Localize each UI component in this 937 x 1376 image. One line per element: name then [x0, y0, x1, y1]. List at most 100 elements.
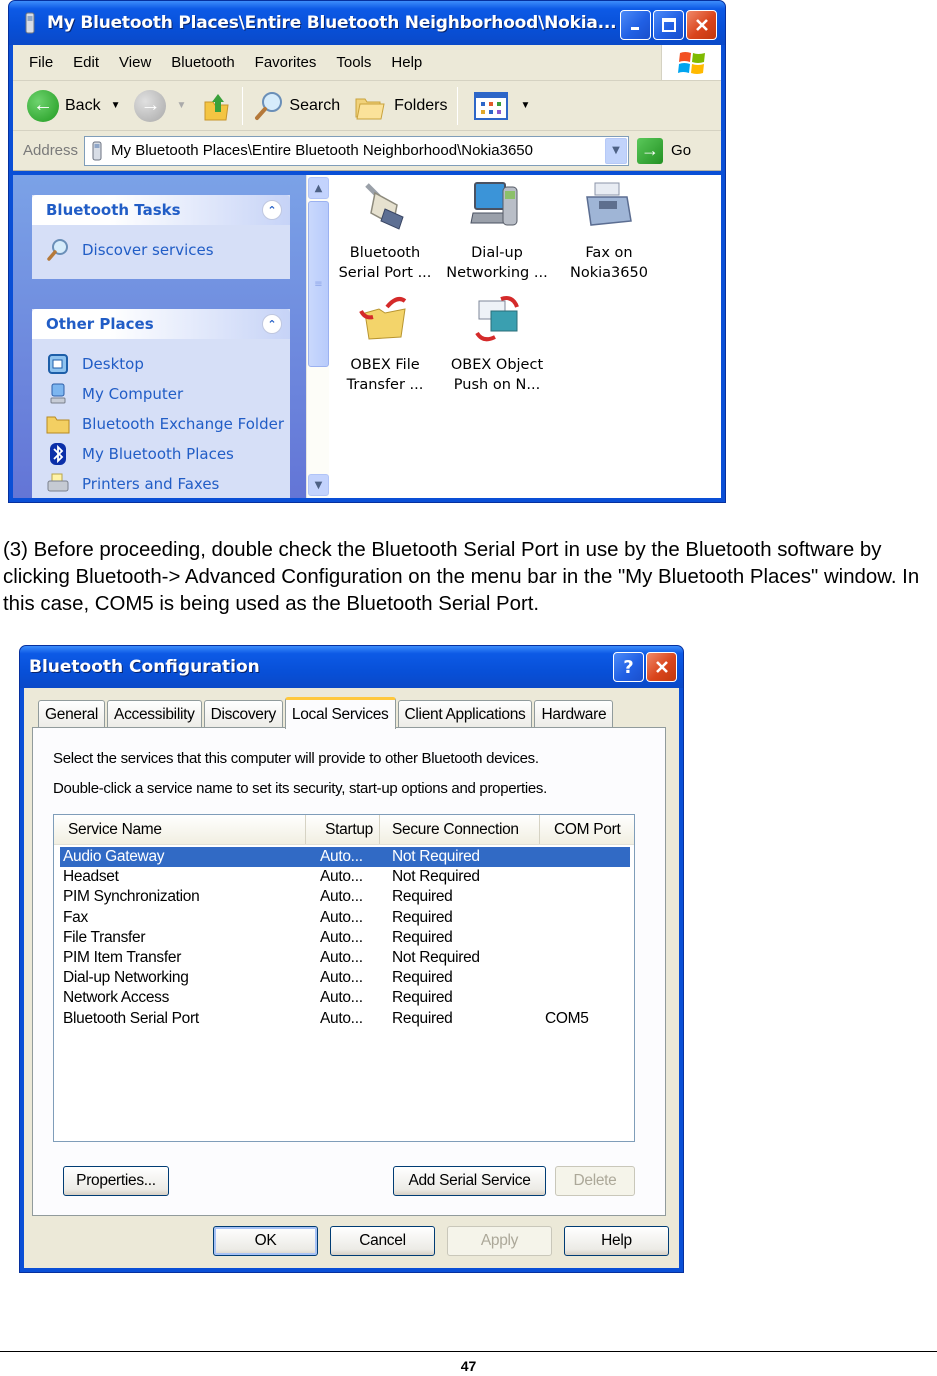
dialog-close-button[interactable] — [646, 652, 677, 682]
address-label: Address — [23, 142, 79, 159]
tab-hardware[interactable]: Hardware — [534, 700, 614, 728]
collapse-icon[interactable]: ⌃ — [262, 314, 282, 334]
task-link-discover-services[interactable]: Discover services — [46, 235, 290, 265]
place-link-bluetooth-exchange-folder[interactable]: Bluetooth Exchange Folder — [46, 409, 290, 439]
serial-port-icon — [365, 183, 404, 230]
scroll-up-button[interactable]: ▲ — [308, 177, 329, 199]
service-row[interactable]: PIM Synchronization Auto... Required — [60, 887, 630, 907]
bluetooth-tasks-header[interactable]: Bluetooth Tasks ⌃ — [32, 195, 290, 225]
menu-edit[interactable]: Edit — [73, 54, 99, 71]
chevron-up-icon: ▲ — [314, 182, 323, 194]
service-secure: Not Required — [392, 848, 480, 866]
tab-discovery[interactable]: Discovery — [203, 700, 283, 728]
file-item-label: Dial-up Networking ... — [446, 245, 548, 281]
scroll-thumb[interactable]: ≡ — [308, 201, 329, 367]
place-link-desktop[interactable]: Desktop — [46, 349, 290, 379]
explorer-title-bar[interactable]: My Bluetooth Places\Entire Bluetooth Nei… — [9, 1, 725, 45]
close-button[interactable] — [686, 10, 717, 40]
help-caption-button[interactable]: ? — [613, 652, 644, 682]
services-list[interactable]: Service Name Startup Secure Connection C… — [53, 814, 635, 1142]
service-name: Network Access — [63, 989, 170, 1007]
collapse-icon[interactable]: ⌃ — [262, 200, 282, 220]
help-button[interactable]: Help — [564, 1226, 669, 1256]
up-folder-button[interactable] — [202, 90, 232, 122]
menu-bluetooth[interactable]: Bluetooth — [171, 54, 234, 71]
other-places-header[interactable]: Other Places ⌃ — [32, 309, 290, 339]
folders-label: Folders — [394, 96, 448, 114]
service-row-selected[interactable]: Audio Gateway Auto... Not Required — [60, 847, 630, 868]
task-pane-scrollbar[interactable]: ▲ ≡ ▼ — [306, 175, 329, 498]
service-name: Dial-up Networking — [63, 969, 189, 987]
service-secure: Required — [392, 888, 453, 906]
file-item-obex-object-push[interactable]: OBEX Object Push on N... — [441, 291, 553, 395]
other-places-title: Other Places — [46, 315, 154, 333]
dialog-body: General Accessibility Discovery Local Se… — [24, 688, 679, 1268]
file-item-obex-file-transfer[interactable]: OBEX File Transfer ... — [329, 291, 441, 395]
go-button[interactable]: → Go — [637, 137, 692, 164]
service-startup: Auto... — [320, 989, 363, 1007]
menu-bar: File Edit View Bluetooth Favorites Tools… — [13, 45, 721, 81]
forward-button[interactable]: → ▼ — [134, 89, 186, 122]
menu-tools[interactable]: Tools — [336, 54, 371, 71]
tab-client-applications[interactable]: Client Applications — [397, 700, 533, 728]
fax-icon — [586, 182, 632, 226]
menu-help[interactable]: Help — [391, 54, 422, 71]
dialog-title-bar[interactable]: Bluetooth Configuration ? — [20, 646, 683, 688]
column-service-name[interactable]: Service Name — [54, 815, 306, 844]
column-secure-connection[interactable]: Secure Connection — [380, 815, 540, 844]
menu-view[interactable]: View — [119, 54, 151, 71]
file-item-fax[interactable]: Fax on Nokia3650 — [553, 179, 665, 283]
column-com-port[interactable]: COM Port — [540, 815, 634, 844]
service-startup: Auto... — [320, 1009, 363, 1027]
tab-accessibility[interactable]: Accessibility — [107, 700, 202, 728]
column-startup[interactable]: Startup — [306, 815, 380, 844]
properties-button[interactable]: Properties... — [63, 1166, 169, 1196]
service-name: PIM Synchronization — [63, 888, 200, 906]
address-bar: Address My Bluetooth Places\Entire Bluet… — [13, 131, 721, 171]
address-dropdown-button[interactable]: ▼ — [605, 137, 628, 164]
apply-button[interactable]: Apply — [447, 1226, 552, 1256]
service-row[interactable]: Headset Auto... Not Required — [60, 867, 630, 887]
service-row[interactable]: Fax Auto... Required — [60, 908, 630, 928]
address-input[interactable]: My Bluetooth Places\Entire Bluetooth Nei… — [84, 135, 630, 166]
bluetooth-configuration-dialog: Bluetooth Configuration ? General Access… — [19, 645, 684, 1273]
back-button[interactable]: ← Back ▼ — [27, 89, 121, 122]
service-startup: Auto... — [320, 928, 363, 946]
service-row[interactable]: Dial-up Networking Auto... Required — [60, 968, 630, 988]
place-link-printers-and-faxes[interactable]: Printers and Faxes — [46, 469, 290, 498]
bluetooth-icon — [46, 442, 70, 466]
go-label: Go — [671, 142, 692, 159]
minimize-button[interactable] — [620, 10, 651, 40]
tab-general[interactable]: General — [38, 700, 106, 728]
file-item-dialup-networking[interactable]: Dial-up Networking ... — [441, 179, 553, 283]
service-startup: Auto... — [320, 868, 363, 886]
go-arrow-icon: → — [637, 137, 664, 164]
back-dropdown-icon[interactable]: ▼ — [111, 100, 121, 111]
ok-button[interactable]: OK — [213, 1226, 318, 1256]
menu-favorites[interactable]: Favorites — [255, 54, 317, 71]
views-button[interactable]: ▼ — [474, 91, 530, 120]
tab-local-services[interactable]: Local Services — [284, 697, 396, 729]
add-serial-service-button[interactable]: Add Serial Service — [393, 1166, 546, 1196]
place-link-my-computer[interactable]: My Computer — [46, 379, 290, 409]
close-icon — [655, 661, 668, 673]
bluetooth-tasks-title: Bluetooth Tasks — [46, 201, 181, 219]
file-item-bluetooth-serial-port[interactable]: Bluetooth Serial Port ... — [329, 179, 441, 283]
close-icon — [695, 19, 708, 31]
views-dropdown-icon[interactable]: ▼ — [520, 100, 530, 111]
service-row[interactable]: PIM Item Transfer Auto... Not Required — [60, 948, 630, 968]
forward-dropdown-icon[interactable]: ▼ — [176, 100, 186, 111]
search-button[interactable]: Search — [253, 90, 340, 122]
service-row[interactable]: File Transfer Auto... Required — [60, 928, 630, 948]
service-com: COM5 — [545, 1009, 589, 1027]
place-link-my-bluetooth-places[interactable]: My Bluetooth Places — [46, 439, 290, 469]
windows-logo — [661, 45, 721, 80]
cancel-button[interactable]: Cancel — [330, 1226, 435, 1256]
scroll-down-button[interactable]: ▼ — [308, 474, 329, 496]
menu-file[interactable]: File — [29, 54, 53, 71]
delete-button[interactable]: Delete — [555, 1166, 635, 1196]
service-row[interactable]: Network Access Auto... Required — [60, 988, 630, 1008]
maximize-button[interactable] — [653, 10, 684, 40]
folders-button[interactable]: Folders — [354, 91, 447, 121]
service-row[interactable]: Bluetooth Serial Port Auto... Required C… — [60, 1009, 630, 1029]
